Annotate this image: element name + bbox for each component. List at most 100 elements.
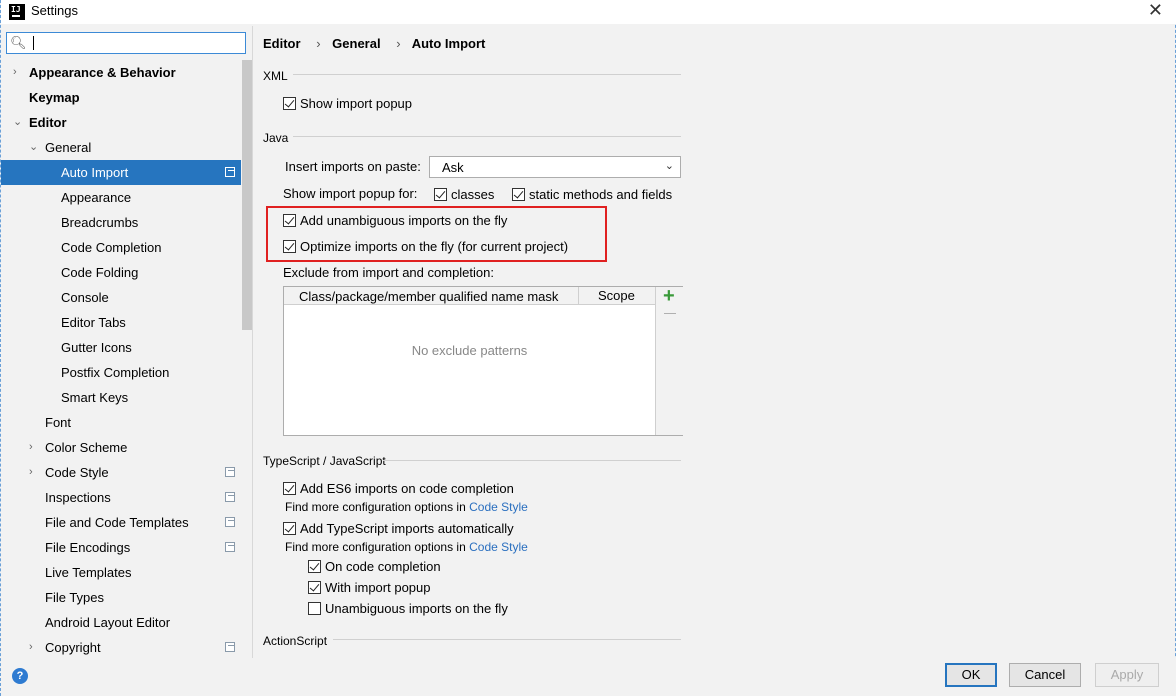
tree-item-label: Smart Keys <box>61 390 129 405</box>
tree-item-smart-keys[interactable]: Smart Keys <box>1 385 241 410</box>
tree-item-label: Android Layout Editor <box>45 615 171 630</box>
ts-with-popup-checkbox[interactable]: With import popup <box>308 578 431 596</box>
chevron-right-icon[interactable]: › <box>29 435 33 460</box>
ts-es6-checkbox[interactable]: Add ES6 imports on code completion <box>283 479 514 497</box>
checkbox[interactable] <box>434 187 447 201</box>
tree-item-label: Code Completion <box>61 240 162 255</box>
ts-unambiguous-checkbox[interactable]: Unambiguous imports on the fly <box>308 599 508 617</box>
ok-button[interactable]: OK <box>945 663 997 687</box>
find-more-label: Find more configuration options in <box>285 500 470 514</box>
tree-item-breadcrumbs[interactable]: Breadcrumbs <box>1 210 241 235</box>
checkbox[interactable] <box>308 601 321 615</box>
checkbox[interactable] <box>512 187 525 201</box>
tree-item-keymap[interactable]: Keymap <box>1 85 241 110</box>
title-bar: IJ Settings ✕ <box>1 0 1176 24</box>
empty-table-text: No exclude patterns <box>411 343 528 358</box>
settings-sidebar: 🔍︎ › Appearance & Behavior Keymap ⌄ Editor ⌄ G… <box>1 26 253 658</box>
tree-item-editor[interactable]: ⌄ Editor <box>1 110 241 135</box>
settings-window: IJ Settings ✕ 🔍︎ › Appearance & Behavior K… <box>0 0 1176 696</box>
code-style-link[interactable]: Code Style <box>469 500 528 514</box>
section-java: Java <box>263 131 289 145</box>
section-xml: XML <box>263 69 288 83</box>
show-popup-for-label: Show import popup for: <box>283 186 418 201</box>
chevron-down-icon[interactable]: ⌄ <box>13 110 22 135</box>
tree-item-code-style[interactable]: › Code Style <box>1 460 241 485</box>
ts-auto-import-checkbox[interactable]: Add TypeScript imports automatically <box>283 519 514 537</box>
checkbox[interactable] <box>308 559 321 573</box>
tree-item-appearance-behavior[interactable]: › Appearance & Behavior <box>1 60 241 85</box>
column-header-mask[interactable]: Class/package/member qualified name mask <box>299 289 558 304</box>
breadcrumb-separator-icon: › <box>316 36 321 51</box>
tree-item-label: Font <box>45 415 72 430</box>
chevron-right-icon[interactable]: › <box>13 60 17 85</box>
checkbox-label: Add unambiguous imports on the fly <box>300 212 508 228</box>
checkbox-label: Optimize imports on the fly (for current… <box>300 238 569 254</box>
breadcrumb: Editor › General › Auto Import <box>263 36 489 51</box>
tree-item-label: Copyright <box>45 640 101 655</box>
search-input[interactable]: 🔍︎ <box>6 32 246 54</box>
cancel-button[interactable]: Cancel <box>1009 663 1081 687</box>
checkbox[interactable] <box>283 239 296 253</box>
ts-on-completion-checkbox[interactable]: On code completion <box>308 557 441 575</box>
breadcrumb-separator-icon: › <box>396 36 401 51</box>
tree-item-inspections[interactable]: Inspections <box>1 485 241 510</box>
tree-item-label: Color Scheme <box>45 440 128 455</box>
tree-item-code-completion[interactable]: Code Completion <box>1 235 241 260</box>
tree-item-label: Breadcrumbs <box>61 215 139 230</box>
insert-imports-select[interactable]: Ask ⌄ <box>429 156 681 178</box>
tree-item-label: Gutter Icons <box>61 340 132 355</box>
java-optimize-checkbox[interactable]: Optimize imports on the fly (for current… <box>283 237 568 255</box>
section-actionscript: ActionScript <box>263 634 328 648</box>
sidebar-scrollbar[interactable] <box>242 60 252 330</box>
column-header-scope[interactable]: Scope <box>578 287 635 305</box>
chevron-right-icon[interactable]: › <box>29 460 33 485</box>
apply-button[interactable]: Apply <box>1095 663 1159 687</box>
tree-item-label: Auto Import <box>61 165 129 180</box>
tree-item-gutter-icons[interactable]: Gutter Icons <box>1 335 241 360</box>
close-icon[interactable]: ✕ <box>1148 0 1163 21</box>
tree-item-label: Live Templates <box>45 565 132 580</box>
add-icon[interactable]: + <box>663 285 675 308</box>
tree-item-file-types[interactable]: File Types <box>1 585 241 610</box>
tree-item-live-templates[interactable]: Live Templates <box>1 560 241 585</box>
java-classes-checkbox[interactable]: classes <box>434 185 494 203</box>
tree-item-auto-import[interactable]: Auto Import <box>1 160 241 185</box>
tree-item-editor-tabs[interactable]: Editor Tabs <box>1 310 241 335</box>
tree-item-label: Inspections <box>45 490 111 505</box>
tree-item-file-encodings[interactable]: File Encodings <box>1 535 241 560</box>
code-style-link[interactable]: Code Style <box>469 540 528 554</box>
tree-item-file-and-code-templates[interactable]: File and Code Templates <box>1 510 241 535</box>
text-caret <box>33 36 34 50</box>
tree-item-label: Keymap <box>29 90 80 105</box>
tree-item-android-layout-editor[interactable]: Android Layout Editor <box>1 610 241 635</box>
tree-item-copyright[interactable]: › Copyright <box>1 635 241 658</box>
checkbox-label: With import popup <box>325 579 431 595</box>
remove-icon[interactable] <box>664 313 676 314</box>
tree-item-label: File Encodings <box>45 540 131 555</box>
java-unambiguous-checkbox[interactable]: Add unambiguous imports on the fly <box>283 211 507 229</box>
chevron-down-icon[interactable]: ⌄ <box>29 135 38 160</box>
project-settings-icon <box>225 167 235 177</box>
tree-item-code-folding[interactable]: Code Folding <box>1 260 241 285</box>
tree-item-color-scheme[interactable]: › Color Scheme <box>1 435 241 460</box>
tree-item-appearance[interactable]: Appearance <box>1 185 241 210</box>
xml-show-import-popup[interactable]: Show import popup <box>283 94 412 112</box>
checkbox[interactable] <box>283 213 296 227</box>
checkbox[interactable] <box>283 521 296 535</box>
find-more-text-2: Find more configuration options in Code … <box>285 540 528 554</box>
tree-item-general[interactable]: ⌄ General <box>1 135 241 160</box>
help-icon[interactable]: ? <box>12 668 28 684</box>
tree-item-label: File and Code Templates <box>45 515 189 530</box>
java-static-checkbox[interactable]: static methods and fields <box>512 185 672 203</box>
checkbox[interactable] <box>283 96 296 110</box>
chevron-right-icon[interactable]: › <box>29 635 33 658</box>
checkbox[interactable] <box>308 580 321 594</box>
tree-item-console[interactable]: Console <box>1 285 241 310</box>
checkbox-label: static methods and fields <box>529 186 673 202</box>
table-toolbar: + <box>655 285 683 435</box>
tree-item-font[interactable]: Font <box>1 410 241 435</box>
checkbox[interactable] <box>283 481 296 495</box>
section-divider <box>333 639 681 640</box>
tree-item-postfix-completion[interactable]: Postfix Completion <box>1 360 241 385</box>
dialog-button-bar: ? OK Cancel Apply <box>1 658 1176 696</box>
